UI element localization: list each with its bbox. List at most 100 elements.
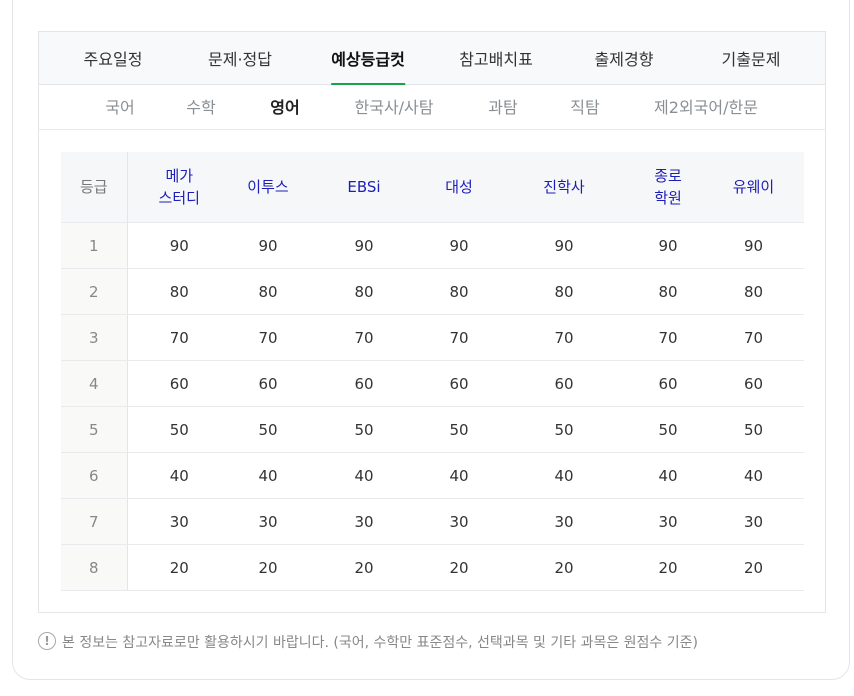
score-cell: 20: [495, 544, 633, 591]
score-cell: 90: [231, 222, 305, 269]
provider-header: 종로 학원: [633, 152, 703, 223]
score-cell: 80: [703, 268, 804, 315]
table-row: 3 70 70 70 70 70 70 70: [61, 314, 804, 361]
exclamation-circle-icon: !: [38, 632, 56, 650]
score-cell: 20: [703, 544, 804, 591]
score-cell: 60: [703, 360, 804, 407]
grade-column-header: 등급: [61, 152, 128, 223]
provider-header: 메가 스터디: [127, 152, 231, 223]
tab-placement-chart[interactable]: 참고배치표: [459, 32, 533, 84]
notice-text: 본 정보는 참고자료로만 활용하시기 바랍니다. (국어, 수학만 표준점수, …: [62, 635, 698, 651]
tab-questions-answers[interactable]: 문제·정답: [208, 32, 272, 84]
score-cell: 40: [231, 452, 305, 499]
provider-header: 유웨이: [703, 152, 804, 223]
provider-header: 대성: [423, 152, 495, 223]
tab-expected-grade-cut[interactable]: 예상등급컷: [331, 32, 405, 85]
score-cell: 70: [305, 314, 423, 361]
subject-tab-vocational[interactable]: 직탐: [570, 85, 599, 129]
table-row: 6 40 40 40 40 40 40 40: [61, 452, 804, 499]
score-cell: 70: [495, 314, 633, 361]
score-cell: 50: [495, 406, 633, 453]
score-cell: 80: [127, 268, 231, 315]
score-cell: 50: [127, 406, 231, 453]
score-cell: 40: [495, 452, 633, 499]
score-cell: 40: [127, 452, 231, 499]
score-cell: 50: [633, 406, 703, 453]
grade-cell: 5: [61, 406, 128, 453]
grade-cell: 1: [61, 222, 128, 269]
score-cell: 70: [633, 314, 703, 361]
provider-header: EBSi: [305, 152, 423, 223]
score-cell: 20: [633, 544, 703, 591]
score-cell: 50: [305, 406, 423, 453]
subject-tab-second-language[interactable]: 제2외국어/한문: [654, 85, 758, 129]
subject-tab-science[interactable]: 과탐: [488, 85, 517, 129]
score-cell: 40: [423, 452, 495, 499]
score-cell: 60: [423, 360, 495, 407]
score-cell: 80: [423, 268, 495, 315]
grade-cell: 7: [61, 498, 128, 545]
table-row: 4 60 60 60 60 60 60 60: [61, 360, 804, 407]
main-tab-bar: 주요일정 문제·정답 예상등급컷 참고배치표 출제경향 기출문제: [39, 32, 825, 85]
provider-header: 진학사: [495, 152, 633, 223]
score-cell: 60: [127, 360, 231, 407]
score-cell: 30: [231, 498, 305, 545]
subject-tab-bar: 국어 수학 영어 한국사/사탐 과탐 직탐 제2외국어/한문: [39, 85, 825, 130]
table-row: 5 50 50 50 50 50 50 50: [61, 406, 804, 453]
score-cell: 20: [231, 544, 305, 591]
table-row: 1 90 90 90 90 90 90 90: [61, 222, 804, 269]
score-cell: 50: [703, 406, 804, 453]
score-cell: 30: [703, 498, 804, 545]
tab-past-exams[interactable]: 기출문제: [722, 32, 781, 84]
score-cell: 30: [305, 498, 423, 545]
score-cell: 60: [495, 360, 633, 407]
score-cell: 90: [495, 222, 633, 269]
grade-cell: 2: [61, 268, 128, 315]
tab-exam-trends[interactable]: 출제경향: [595, 32, 654, 84]
score-cell: 30: [495, 498, 633, 545]
subject-tab-korean[interactable]: 국어: [105, 85, 134, 129]
score-cell: 90: [703, 222, 804, 269]
subject-tab-math[interactable]: 수학: [186, 85, 215, 129]
score-cell: 50: [231, 406, 305, 453]
score-cell: 70: [423, 314, 495, 361]
score-cell: 90: [305, 222, 423, 269]
grade-cell: 4: [61, 360, 128, 407]
score-cell: 20: [127, 544, 231, 591]
tab-schedule[interactable]: 주요일정: [84, 32, 143, 84]
exam-info-panel: 주요일정 문제·정답 예상등급컷 참고배치표 출제경향 기출문제 국어 수학 영…: [38, 31, 826, 613]
subject-tab-english[interactable]: 영어: [270, 85, 299, 129]
score-cell: 30: [423, 498, 495, 545]
score-cell: 40: [305, 452, 423, 499]
score-cell: 70: [127, 314, 231, 361]
table-row: 2 80 80 80 80 80 80 80: [61, 268, 804, 315]
score-cell: 20: [305, 544, 423, 591]
grade-cut-table: 등급 메가 스터디 이투스 EBSi 대성 진학사 종로 학원 유웨이 1 90 9…: [61, 152, 804, 591]
score-cell: 20: [423, 544, 495, 591]
score-cell: 80: [633, 268, 703, 315]
score-cell: 30: [127, 498, 231, 545]
grade-cell: 6: [61, 452, 128, 499]
score-cell: 60: [231, 360, 305, 407]
score-cell: 90: [633, 222, 703, 269]
score-cell: 70: [231, 314, 305, 361]
subject-tab-history-social[interactable]: 한국사/사탐: [355, 85, 434, 129]
provider-header: 이투스: [231, 152, 305, 223]
score-cell: 80: [495, 268, 633, 315]
score-cell: 70: [703, 314, 804, 361]
score-cell: 40: [703, 452, 804, 499]
score-cell: 50: [423, 406, 495, 453]
score-cell: 80: [231, 268, 305, 315]
notice-text-row: ! 본 정보는 참고자료로만 활용하시기 바랍니다. (국어, 수학만 표준점수,…: [38, 631, 698, 655]
table-row: 7 30 30 30 30 30 30 30: [61, 498, 804, 545]
score-cell: 80: [305, 268, 423, 315]
score-cell: 90: [423, 222, 495, 269]
score-cell: 30: [633, 498, 703, 545]
score-cell: 40: [633, 452, 703, 499]
table-row: 8 20 20 20 20 20 20 20: [61, 544, 804, 591]
grade-cell: 8: [61, 544, 128, 591]
grade-cell: 3: [61, 314, 128, 361]
table-header-row: 등급 메가 스터디 이투스 EBSi 대성 진학사 종로 학원 유웨이: [61, 152, 804, 223]
score-cell: 60: [305, 360, 423, 407]
score-cell: 60: [633, 360, 703, 407]
